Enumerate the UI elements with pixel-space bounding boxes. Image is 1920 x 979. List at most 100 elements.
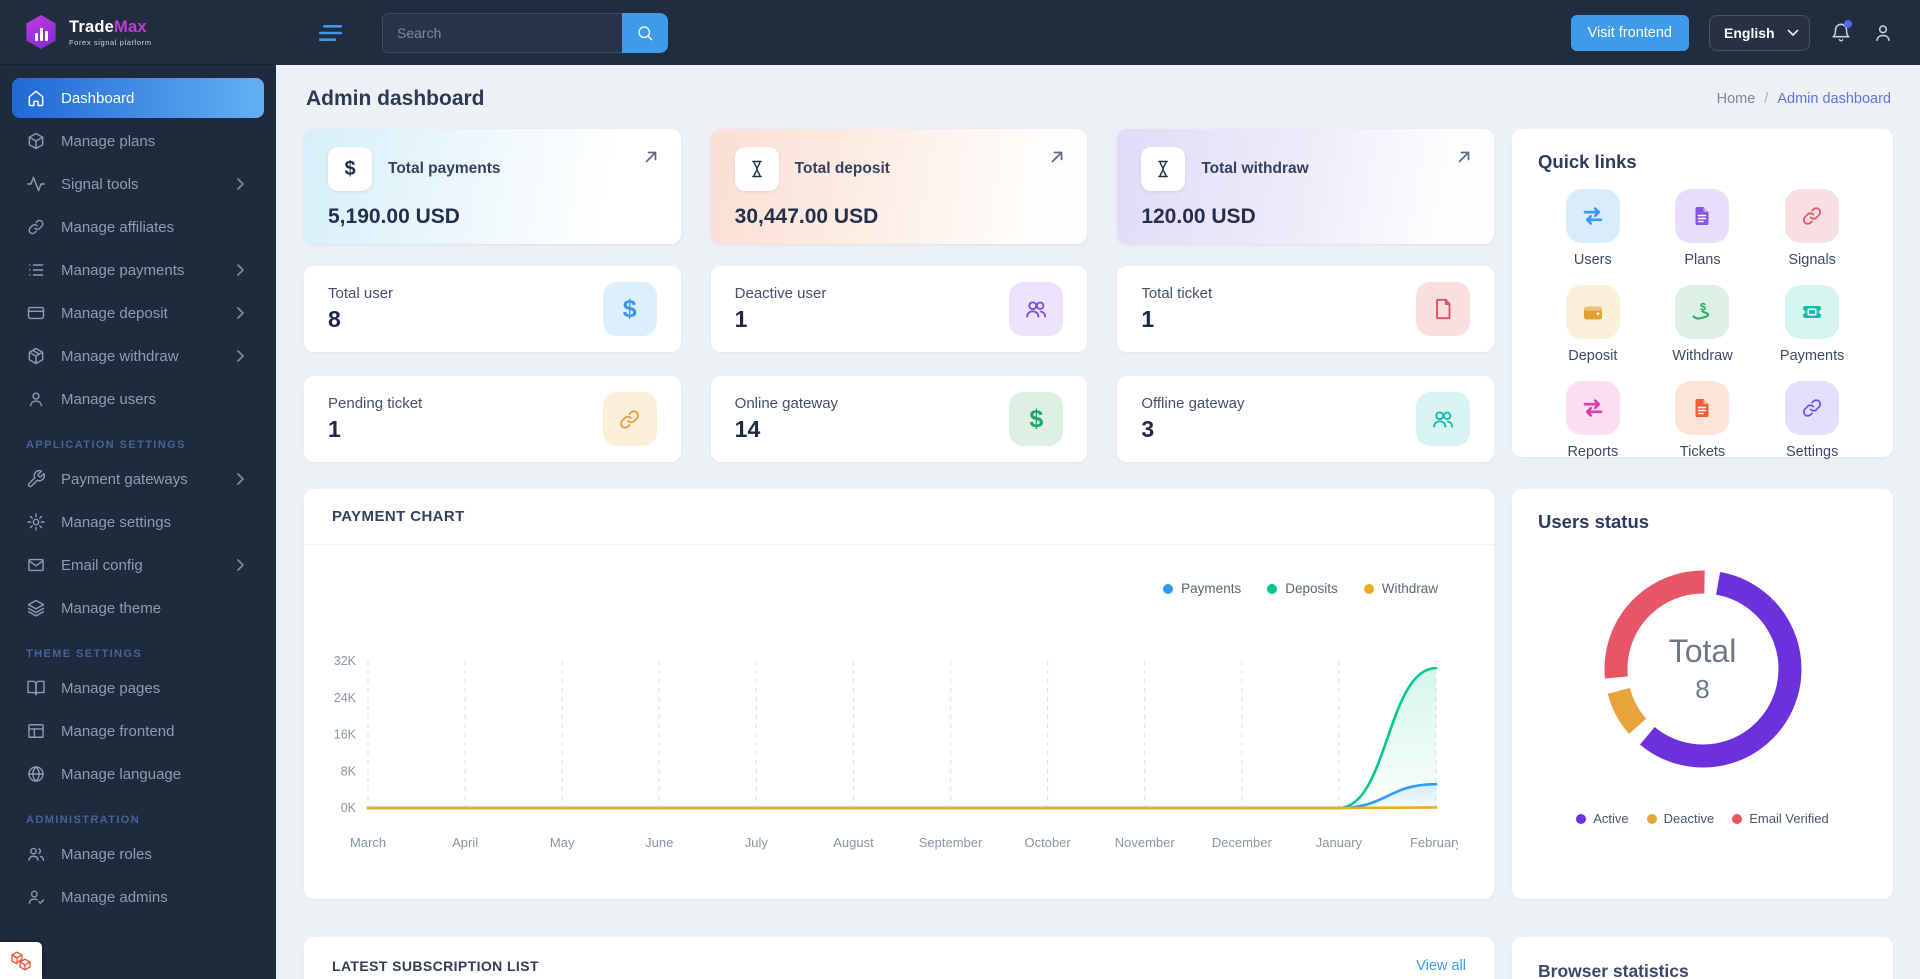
profile-button[interactable]	[1872, 22, 1894, 44]
external-link-icon[interactable]	[1049, 149, 1065, 165]
brand-logo-icon	[26, 15, 56, 49]
browser-statistics-card: Browser statistics	[1512, 937, 1893, 979]
breadcrumb-home[interactable]: Home	[1717, 91, 1756, 107]
legend-withdraw: Withdraw	[1363, 581, 1438, 596]
user-check-icon	[28, 890, 45, 904]
main-shell: Visit frontend English Admin dashboard H…	[276, 0, 1920, 979]
sidebar-menu: Dashboard Manage plans Signal tools Mana…	[0, 65, 276, 917]
total-user-card: Total user 8 $	[304, 266, 681, 352]
breadcrumb-current: Admin dashboard	[1777, 91, 1891, 107]
chevron-right-icon	[237, 178, 244, 190]
view-all-link[interactable]: View all	[1416, 958, 1466, 974]
legend-payments: Payments	[1163, 581, 1241, 596]
sidebar-item-manage-users[interactable]: Manage users	[12, 379, 264, 419]
link-icon	[1785, 189, 1840, 243]
package-icon	[28, 347, 44, 365]
svg-text:16K: 16K	[334, 728, 357, 742]
quick-link-users[interactable]: Users	[1565, 189, 1620, 268]
users-icon	[1415, 392, 1470, 446]
brand[interactable]: TradeMax Forex signal platform	[0, 0, 276, 65]
total-ticket-card: Total ticket 1	[1117, 266, 1494, 352]
quick-links-card: Quick links Users Plans Signals Deposit …	[1512, 129, 1893, 460]
sidebar-item-dashboard[interactable]: Dashboard	[12, 78, 264, 118]
sidebar-item-manage-pages[interactable]: Manage pages	[12, 668, 264, 708]
svg-text:September: September	[919, 835, 983, 850]
quick-link-reports[interactable]: Reports	[1565, 381, 1620, 460]
sidebar-item-manage-affiliates[interactable]: Manage affiliates	[12, 207, 264, 247]
file-text-icon	[1675, 381, 1730, 435]
total-withdraw-card[interactable]: Total withdraw 120.00 USD	[1117, 129, 1494, 244]
sidebar-item-manage-language[interactable]: Manage language	[12, 754, 264, 794]
donut-center-label: Total	[1668, 633, 1737, 669]
deactive-user-card: Deactive user 1	[710, 266, 1088, 352]
file-text-icon	[1675, 189, 1730, 243]
sidebar-item-signal-tools[interactable]: Signal tools	[12, 164, 264, 204]
notification-badge	[1844, 19, 1852, 28]
legend-dot	[1576, 813, 1587, 824]
visit-frontend-button[interactable]: Visit frontend	[1570, 14, 1689, 51]
layers-icon	[27, 599, 45, 617]
user-icon	[29, 392, 43, 407]
users-icon	[1009, 282, 1064, 336]
sidebar-item-manage-withdraw[interactable]: Manage withdraw	[12, 336, 264, 376]
sidebar-item-manage-frontend[interactable]: Manage frontend	[12, 711, 264, 751]
total-payments-value: 5,190.00 USD	[328, 205, 460, 228]
wrench-icon	[27, 469, 46, 488]
sidebar-section-theme-settings: THEME SETTINGS	[26, 648, 143, 660]
sidebar-item-manage-admins[interactable]: Manage admins	[12, 877, 264, 917]
quick-link-plans[interactable]: Plans	[1675, 189, 1730, 268]
search-box	[382, 12, 668, 53]
browser-statistics-title: Browser statistics	[1538, 961, 1689, 979]
sidebar-item-manage-roles[interactable]: Manage roles	[12, 834, 264, 874]
hamburger-menu-icon[interactable]	[316, 21, 346, 45]
svg-text:August: August	[833, 835, 874, 850]
payment-chart-canvas: March April May June July August September Octo…	[334, 654, 1458, 850]
notifications-button[interactable]	[1830, 19, 1852, 44]
hourglass-icon	[1141, 147, 1186, 191]
payment-chart-legend: Payments Deposits Withdraw	[1163, 581, 1438, 596]
total-payments-card[interactable]: $ Total payments 5,190.00 USD	[304, 129, 681, 244]
sidebar-item-manage-deposit[interactable]: Manage deposit	[12, 293, 264, 333]
sidebar-item-manage-payments[interactable]: Manage payments	[12, 250, 264, 290]
language-select-wrap: English	[1709, 14, 1810, 51]
quick-link-settings[interactable]: Settings	[1785, 381, 1840, 460]
stat-row-middle: Total user 8 $ Deactive user 1 Total ticke…	[304, 266, 1494, 352]
external-link-icon[interactable]	[643, 149, 659, 165]
total-deposit-card[interactable]: Total deposit 30,447.00 USD	[710, 129, 1088, 244]
users-status-donut: Total 8	[1593, 559, 1813, 779]
legend-dot	[1163, 583, 1174, 594]
sidebar-item-manage-plans[interactable]: Manage plans	[12, 121, 264, 161]
quick-links-title: Quick links	[1538, 151, 1637, 172]
debugbar-toggle[interactable]	[0, 942, 42, 979]
sidebar-item-manage-theme[interactable]: Manage theme	[12, 588, 264, 628]
legend-dot	[1646, 813, 1657, 824]
search-input[interactable]	[382, 12, 622, 53]
ticket-icon	[1415, 282, 1470, 336]
payment-chart-body: Payments Deposits Withdraw March April May…	[304, 545, 1494, 899]
legend-deactive: Deactive	[1646, 811, 1714, 826]
quick-link-withdraw[interactable]: $ Withdraw	[1672, 285, 1733, 364]
quick-link-signals[interactable]: Signals	[1785, 189, 1840, 268]
svg-text:March: March	[350, 835, 386, 850]
left-column: $ Total payments 5,190.00 USD Total depo…	[304, 129, 1494, 979]
chevron-right-icon	[237, 307, 244, 319]
ticket-icon	[1785, 285, 1840, 339]
svg-text:October: October	[1025, 835, 1072, 850]
chevron-right-icon	[237, 264, 244, 276]
activity-icon	[26, 176, 46, 192]
external-link-icon[interactable]	[1456, 149, 1472, 165]
sidebar-item-email-config[interactable]: Email config	[12, 545, 264, 585]
list-icon	[29, 264, 44, 276]
quick-link-payments[interactable]: Payments	[1780, 285, 1844, 364]
sidebar-section-application-settings: APPLICATION SETTINGS	[26, 439, 186, 451]
quick-link-tickets[interactable]: Tickets	[1675, 381, 1730, 460]
legend-deposits: Deposits	[1267, 581, 1338, 596]
svg-text:January: January	[1316, 835, 1363, 850]
language-select[interactable]: English	[1709, 14, 1810, 51]
svg-text:May: May	[550, 835, 575, 850]
subscription-list-card: LATEST SUBSCRIPTION LIST View all	[304, 937, 1494, 979]
quick-link-deposit[interactable]: Deposit	[1565, 285, 1620, 364]
sidebar-item-payment-gateways[interactable]: Payment gateways	[12, 459, 264, 499]
search-button[interactable]	[622, 12, 668, 53]
sidebar-item-manage-settings[interactable]: Manage settings	[12, 502, 264, 542]
